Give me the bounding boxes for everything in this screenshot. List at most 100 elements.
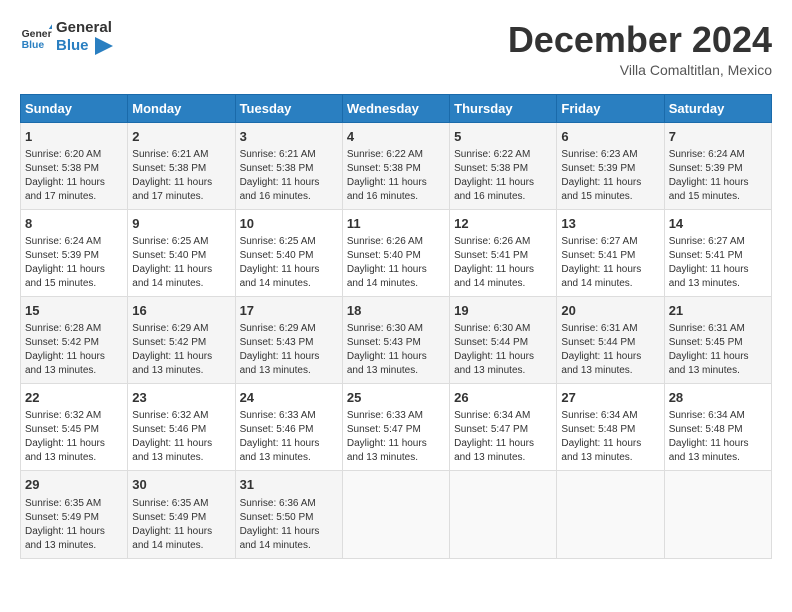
sunrise-label: Sunrise: 6:31 AM bbox=[669, 323, 745, 334]
sunrise-label: Sunrise: 6:20 AM bbox=[25, 149, 101, 160]
calendar-cell: 1 Sunrise: 6:20 AM Sunset: 5:38 PM Daylight… bbox=[21, 122, 128, 209]
calendar-cell: 20Sunrise: 6:31 AMSunset: 5:44 PMDayligh… bbox=[557, 296, 664, 383]
sunset-label: Sunset: 5:48 PM bbox=[561, 424, 635, 435]
day-number: 15 bbox=[25, 302, 123, 320]
sunset-label: Sunset: 5:38 PM bbox=[347, 163, 421, 174]
day-number: 7 bbox=[669, 128, 767, 146]
day-number: 21 bbox=[669, 302, 767, 320]
sunset-label: Sunset: 5:45 PM bbox=[25, 424, 99, 435]
day-number: 19 bbox=[454, 302, 552, 320]
sunrise-label: Sunrise: 6:24 AM bbox=[25, 236, 101, 247]
daylight-label: Daylight: 11 hours and 13 minutes. bbox=[240, 438, 320, 463]
calendar-cell: 18Sunrise: 6:30 AMSunset: 5:43 PMDayligh… bbox=[342, 296, 449, 383]
daylight-label: Daylight: 11 hours and 13 minutes. bbox=[132, 438, 212, 463]
sunset-label: Sunset: 5:47 PM bbox=[454, 424, 528, 435]
week-row-2: 8Sunrise: 6:24 AMSunset: 5:39 PMDaylight… bbox=[21, 209, 772, 296]
daylight-label: Daylight: 11 hours and 13 minutes. bbox=[25, 526, 105, 551]
daylight-label: Daylight: 11 hours and 13 minutes. bbox=[454, 351, 534, 376]
calendar-cell bbox=[664, 471, 771, 558]
week-row-4: 22 Sunrise: 6:32 AM Sunset: 5:45 PM Dayligh… bbox=[21, 384, 772, 471]
sunrise-label: Sunrise: 6:35 AM bbox=[132, 498, 208, 509]
day-number: 26 bbox=[454, 389, 552, 407]
calendar-cell: 23Sunrise: 6:32 AMSunset: 5:46 PMDayligh… bbox=[128, 384, 235, 471]
day-number: 18 bbox=[347, 302, 445, 320]
day-number: 16 bbox=[132, 302, 230, 320]
day-number: 23 bbox=[132, 389, 230, 407]
weekday-header-row: SundayMondayTuesdayWednesdayThursdayFrid… bbox=[21, 94, 772, 122]
day-number: 5 bbox=[454, 128, 552, 146]
month-title: December 2024 bbox=[508, 20, 772, 60]
calendar-cell: 27Sunrise: 6:34 AMSunset: 5:48 PMDayligh… bbox=[557, 384, 664, 471]
sunrise-label: Sunrise: 6:34 AM bbox=[454, 410, 530, 421]
sunrise-label: Sunrise: 6:33 AM bbox=[347, 410, 423, 421]
calendar-cell: 11Sunrise: 6:26 AMSunset: 5:40 PMDayligh… bbox=[342, 209, 449, 296]
calendar-cell: 12Sunrise: 6:26 AMSunset: 5:41 PMDayligh… bbox=[450, 209, 557, 296]
weekday-header-sunday: Sunday bbox=[21, 94, 128, 122]
svg-text:Blue: Blue bbox=[22, 40, 45, 51]
sunset-label: Sunset: 5:41 PM bbox=[669, 250, 743, 261]
calendar-cell: 6Sunrise: 6:23 AMSunset: 5:39 PMDaylight… bbox=[557, 122, 664, 209]
day-number: 31 bbox=[240, 476, 338, 494]
weekday-header-monday: Monday bbox=[128, 94, 235, 122]
calendar-cell: 15Sunrise: 6:28 AMSunset: 5:42 PMDayligh… bbox=[21, 296, 128, 383]
weekday-header-tuesday: Tuesday bbox=[235, 94, 342, 122]
calendar-cell: 24Sunrise: 6:33 AMSunset: 5:46 PMDayligh… bbox=[235, 384, 342, 471]
day-number: 13 bbox=[561, 215, 659, 233]
sunrise-label: Sunrise: 6:27 AM bbox=[561, 236, 637, 247]
weekday-header-friday: Friday bbox=[557, 94, 664, 122]
sunset-label: Sunset: 5:40 PM bbox=[240, 250, 314, 261]
daylight-label: Daylight: 11 hours and 13 minutes. bbox=[347, 438, 427, 463]
sunset-label: Sunset: 5:48 PM bbox=[669, 424, 743, 435]
day-number: 11 bbox=[347, 215, 445, 233]
daylight-label: Daylight: 11 hours and 13 minutes. bbox=[454, 438, 534, 463]
calendar-cell: 22Sunrise: 6:32 AMSunset: 5:45 PMDayligh… bbox=[21, 384, 128, 471]
sunrise-label: Sunrise: 6:22 AM bbox=[454, 149, 530, 160]
calendar-cell: 13Sunrise: 6:27 AMSunset: 5:41 PMDayligh… bbox=[557, 209, 664, 296]
calendar-cell: 21Sunrise: 6:31 AMSunset: 5:45 PMDayligh… bbox=[664, 296, 771, 383]
sunset-label: Sunset: 5:39 PM bbox=[561, 163, 635, 174]
day-number: 22 bbox=[25, 389, 123, 407]
sunrise-label: Sunrise: 6:30 AM bbox=[454, 323, 530, 334]
day-number: 14 bbox=[669, 215, 767, 233]
sunrise-label: Sunrise: 6:32 AM bbox=[132, 410, 208, 421]
daylight-label: Daylight: 11 hours and 13 minutes. bbox=[561, 351, 641, 376]
sunrise-label: Sunrise: 6:26 AM bbox=[454, 236, 530, 247]
sunset-label: Sunset: 5:45 PM bbox=[669, 337, 743, 348]
calendar-cell: 5Sunrise: 6:22 AMSunset: 5:38 PMDaylight… bbox=[450, 122, 557, 209]
svg-text:General: General bbox=[22, 29, 52, 40]
sunrise-label: Sunrise: 6:34 AM bbox=[669, 410, 745, 421]
day-number: 12 bbox=[454, 215, 552, 233]
sunset-label: Sunset: 5:44 PM bbox=[454, 337, 528, 348]
daylight-label: Daylight: 11 hours and 13 minutes. bbox=[240, 351, 320, 376]
calendar-cell: 4Sunrise: 6:22 AMSunset: 5:38 PMDaylight… bbox=[342, 122, 449, 209]
day-number: 29 bbox=[25, 476, 123, 494]
sunset-label: Sunset: 5:47 PM bbox=[347, 424, 421, 435]
sunrise-label: Sunrise: 6:29 AM bbox=[240, 323, 316, 334]
sunset-label: Sunset: 5:38 PM bbox=[25, 163, 99, 174]
sunrise-label: Sunrise: 6:31 AM bbox=[561, 323, 637, 334]
sunset-label: Sunset: 5:43 PM bbox=[240, 337, 314, 348]
sunset-label: Sunset: 5:38 PM bbox=[454, 163, 528, 174]
sunrise-label: Sunrise: 6:24 AM bbox=[669, 149, 745, 160]
sunrise-label: Sunrise: 6:25 AM bbox=[132, 236, 208, 247]
daylight-label: Daylight: 11 hours and 17 minutes. bbox=[25, 177, 105, 202]
calendar-cell: 25Sunrise: 6:33 AMSunset: 5:47 PMDayligh… bbox=[342, 384, 449, 471]
calendar-table: SundayMondayTuesdayWednesdayThursdayFrid… bbox=[20, 94, 772, 559]
daylight-label: Daylight: 11 hours and 13 minutes. bbox=[669, 438, 749, 463]
daylight-label: Daylight: 11 hours and 14 minutes. bbox=[454, 264, 534, 289]
day-number: 1 bbox=[25, 128, 123, 146]
calendar-cell: 7Sunrise: 6:24 AMSunset: 5:39 PMDaylight… bbox=[664, 122, 771, 209]
calendar-cell: 14Sunrise: 6:27 AMSunset: 5:41 PMDayligh… bbox=[664, 209, 771, 296]
blue-triangle-icon bbox=[95, 37, 113, 55]
sunrise-label: Sunrise: 6:27 AM bbox=[669, 236, 745, 247]
weekday-header-wednesday: Wednesday bbox=[342, 94, 449, 122]
daylight-label: Daylight: 11 hours and 14 minutes. bbox=[240, 264, 320, 289]
day-number: 10 bbox=[240, 215, 338, 233]
sunset-label: Sunset: 5:46 PM bbox=[240, 424, 314, 435]
calendar-cell: 19 Sunrise: 6:30 AM Sunset: 5:44 PM Dayligh… bbox=[450, 296, 557, 383]
daylight-label: Daylight: 11 hours and 15 minutes. bbox=[561, 177, 641, 202]
calendar-cell: 17Sunrise: 6:29 AMSunset: 5:43 PMDayligh… bbox=[235, 296, 342, 383]
daylight-label: Daylight: 11 hours and 15 minutes. bbox=[25, 264, 105, 289]
daylight-label: Daylight: 11 hours and 16 minutes. bbox=[347, 177, 427, 202]
sunrise-label: Sunrise: 6:32 AM bbox=[25, 410, 101, 421]
